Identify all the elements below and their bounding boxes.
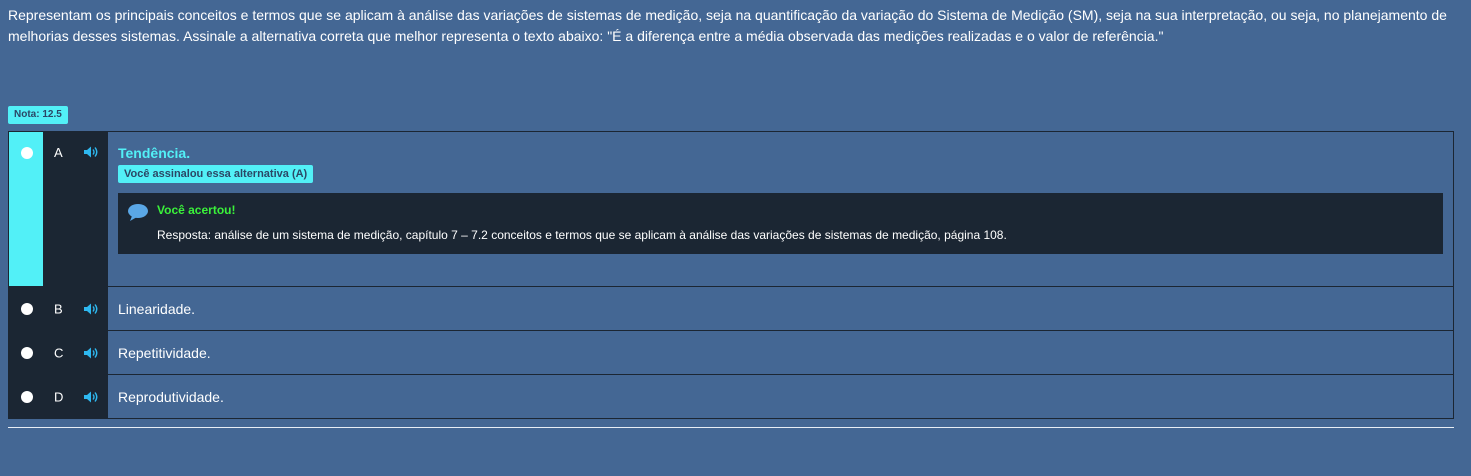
option-b-radio[interactable]: [21, 302, 33, 315]
option-b-text: Linearidade.: [118, 300, 196, 317]
answer-options: A Tendência. Você assinalou essa alterna…: [8, 131, 1454, 419]
option-c-letter: C: [54, 345, 64, 360]
feedback-panel: Você acertou! Resposta: análise de um si…: [118, 193, 1443, 254]
selected-alternative-badge: Você assinalou essa alternativa (A): [118, 165, 314, 183]
option-b-controls: B: [9, 287, 108, 330]
score-badge: Nota: 12.5: [8, 106, 68, 124]
option-a-radio[interactable]: [21, 147, 33, 159]
question-text: Representam os principais conceitos e te…: [8, 7, 1447, 44]
speaker-icon[interactable]: [83, 346, 99, 360]
speaker-icon[interactable]: [83, 145, 99, 159]
option-a-body: Tendência. Você assinalou essa alternati…: [108, 132, 1453, 286]
option-a-letter: A: [54, 145, 63, 160]
option-d-text: Reprodutividade.: [118, 388, 224, 405]
option-d-controls: D: [9, 375, 108, 418]
option-d-letter: D: [54, 389, 64, 404]
option-b[interactable]: B Linearidade.: [9, 287, 1453, 331]
option-c-controls: C: [9, 331, 108, 374]
option-c-text: Repetitividade.: [118, 344, 211, 361]
speaker-icon[interactable]: [83, 390, 99, 404]
option-d[interactable]: D Reprodutividade.: [9, 375, 1453, 418]
option-a-text: Tendência.: [118, 145, 191, 161]
feedback-title: Você acertou!: [157, 203, 236, 217]
option-c[interactable]: C Repetitividade.: [9, 331, 1453, 375]
speaker-icon[interactable]: [83, 302, 99, 316]
option-c-radio[interactable]: [21, 346, 33, 359]
option-d-radio[interactable]: [21, 390, 33, 403]
option-a-controls: A: [9, 132, 108, 286]
option-b-letter: B: [54, 301, 63, 316]
divider: [8, 427, 1454, 428]
feedback-text: Resposta: análise de um sistema de mediç…: [157, 228, 1007, 242]
option-a[interactable]: A Tendência. Você assinalou essa alterna…: [9, 132, 1453, 287]
chat-bubble-icon: [128, 204, 148, 221]
